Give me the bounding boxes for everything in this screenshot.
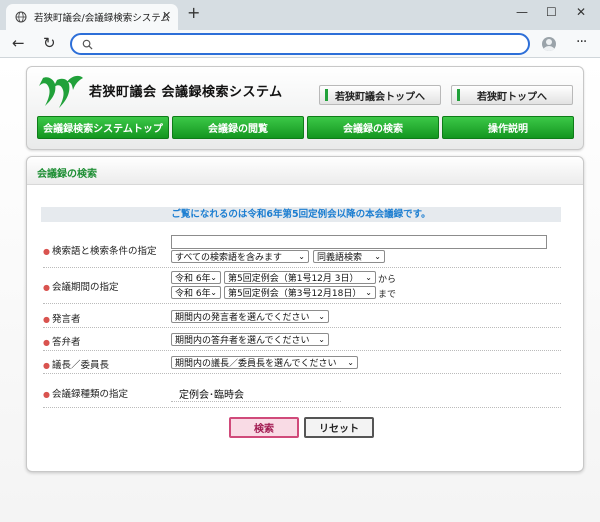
town-top-link[interactable]: 若狭町トップへ xyxy=(451,85,573,105)
chair-label: ● 議長／委員長 xyxy=(43,357,109,371)
chevron-down-icon: ⌄ xyxy=(347,358,354,367)
site-title: 若狭町議会 会議録検索システム xyxy=(89,85,283,100)
type-label: ● 会議録種類の指定 xyxy=(43,386,128,400)
to-year-select[interactable]: 令和 6年 ⌄ xyxy=(171,286,221,299)
to-year-value: 令和 6年 xyxy=(175,289,211,299)
row-divider xyxy=(43,350,561,351)
chair-select[interactable]: 期間内の議長／委員長を選んでください ⌄ xyxy=(171,356,358,369)
nav-tab-system-top[interactable]: 会議録検索システムトップ xyxy=(37,116,169,139)
chevron-down-icon: ⌄ xyxy=(298,252,305,261)
availability-notice: ご覧になれるのは令和6年第5回定例会以降の本会議録です。 xyxy=(41,207,561,222)
row-divider xyxy=(43,303,561,304)
bullet-icon: ● xyxy=(43,247,50,256)
from-session-value: 第5回定例会（第1号12月 3日） xyxy=(228,274,359,284)
council-top-link-label: 若狭町議会トップへ xyxy=(335,91,425,103)
type-value: 定例会･臨時会 xyxy=(179,390,244,401)
town-top-link-label: 若狭町トップへ xyxy=(477,91,547,103)
type-label-text: 会議録種類の指定 xyxy=(51,389,128,400)
minimize-icon[interactable]: — xyxy=(516,5,528,19)
window-close-icon[interactable]: ✕ xyxy=(576,5,586,19)
chevron-down-icon: ⌄ xyxy=(318,312,325,321)
row-divider xyxy=(43,267,561,268)
section-title: 会議録の検索 xyxy=(37,169,97,180)
to-suffix: まで xyxy=(378,290,397,300)
chevron-down-icon: ⌄ xyxy=(365,288,372,297)
tab-title: 若狭町議会/会議録検索システム xyxy=(34,13,170,24)
browser-toolbar: ← ↻ ··· xyxy=(0,30,600,58)
chair-label-text: 議長／委員長 xyxy=(51,360,109,371)
chevron-down-icon: ⌄ xyxy=(210,273,217,282)
answerer-select[interactable]: 期間内の答弁者を選んでください ⌄ xyxy=(171,333,329,346)
bullet-icon: ● xyxy=(43,283,50,292)
from-year-value: 令和 6年 xyxy=(175,274,211,284)
to-session-value: 第5回定例会（第3号12月18日） xyxy=(228,289,362,299)
chevron-down-icon: ⌄ xyxy=(365,273,372,282)
maximize-icon[interactable]: ☐ xyxy=(546,5,557,19)
from-year-select[interactable]: 令和 6年 ⌄ xyxy=(171,271,221,284)
period-label: ● 会議期間の指定 xyxy=(43,279,119,293)
tab-bar: 若狭町議会/会議録検索システム ✕ + — ☐ ✕ xyxy=(0,0,600,30)
search-icon xyxy=(82,39,93,50)
back-arrow-icon[interactable]: ← xyxy=(12,34,25,52)
browser-tab[interactable]: 若狭町議会/会議録検索システム ✕ xyxy=(6,4,178,30)
site-header: 若狭町議会 会議録検索システム 若狭町議会トップへ 若狭町トップへ 会議録検索シ… xyxy=(26,66,584,150)
search-mode-select[interactable]: すべての検索語を含みます ⌄ xyxy=(171,250,309,263)
address-input[interactable] xyxy=(100,37,520,51)
answerer-label-text: 答弁者 xyxy=(51,337,81,348)
search-panel: 会議録の検索 ご覧になれるのは令和6年第5回定例会以降の本会議録です。 ● 検索語… xyxy=(26,156,584,472)
tab-close-icon[interactable]: ✕ xyxy=(162,9,171,22)
synonym-value: 同義語検索 xyxy=(317,253,363,263)
search-mode-value: すべての検索語を含みます xyxy=(175,253,283,263)
speaker-select[interactable]: 期間内の発言者を選んでください ⌄ xyxy=(171,310,329,323)
from-session-select[interactable]: 第5回定例会（第1号12月 3日） ⌄ xyxy=(224,271,376,284)
keyword-input[interactable] xyxy=(171,235,547,249)
link-bar-icon xyxy=(325,89,328,101)
nav-tab-search[interactable]: 会議録の検索 xyxy=(307,116,439,139)
address-bar[interactable] xyxy=(70,33,530,55)
row-divider xyxy=(43,373,561,374)
council-top-link[interactable]: 若狭町議会トップへ xyxy=(319,85,441,105)
globe-icon xyxy=(15,11,27,23)
browser-menu-icon[interactable]: ··· xyxy=(576,34,587,50)
synonym-select[interactable]: 同義語検索 ⌄ xyxy=(313,250,385,263)
section-header: 会議録の検索 xyxy=(27,157,583,185)
from-suffix: から xyxy=(378,275,397,285)
town-logo-icon xyxy=(39,75,83,108)
chevron-down-icon: ⌄ xyxy=(374,252,381,261)
chevron-down-icon: ⌄ xyxy=(210,288,217,297)
reset-button[interactable]: リセット xyxy=(304,417,374,438)
period-label-text: 会議期間の指定 xyxy=(51,282,119,293)
profile-avatar[interactable] xyxy=(542,37,556,51)
speaker-label: ● 発言者 xyxy=(43,311,81,325)
link-bar-icon xyxy=(457,89,460,101)
to-session-select[interactable]: 第5回定例会（第3号12月18日） ⌄ xyxy=(224,286,376,299)
bullet-icon: ● xyxy=(43,338,50,347)
bullet-icon: ● xyxy=(43,390,50,399)
search-button[interactable]: 検索 xyxy=(229,417,299,438)
bullet-icon: ● xyxy=(43,361,50,370)
nav-tab-help[interactable]: 操作説明 xyxy=(442,116,574,139)
page-viewport: 若狭町議会 会議録検索システム 若狭町議会トップへ 若狭町トップへ 会議録検索シ… xyxy=(0,58,600,522)
speaker-label-text: 発言者 xyxy=(51,314,81,325)
keyword-label: ● 検索語と検索条件の指定 xyxy=(43,243,157,257)
keyword-label-text: 検索語と検索条件の指定 xyxy=(51,246,157,257)
row-divider xyxy=(43,327,561,328)
bullet-icon: ● xyxy=(43,315,50,324)
reload-icon[interactable]: ↻ xyxy=(43,34,56,52)
new-tab-icon[interactable]: + xyxy=(187,5,200,21)
chair-value: 期間内の議長／委員長を選んでください xyxy=(175,359,337,369)
speaker-value: 期間内の発言者を選んでください xyxy=(175,313,310,323)
answerer-label: ● 答弁者 xyxy=(43,334,81,348)
row-divider xyxy=(43,407,561,408)
answerer-value: 期間内の答弁者を選んでください xyxy=(175,336,310,346)
nav-tab-browse[interactable]: 会議録の閲覧 xyxy=(172,116,304,139)
chevron-down-icon: ⌄ xyxy=(318,335,325,344)
